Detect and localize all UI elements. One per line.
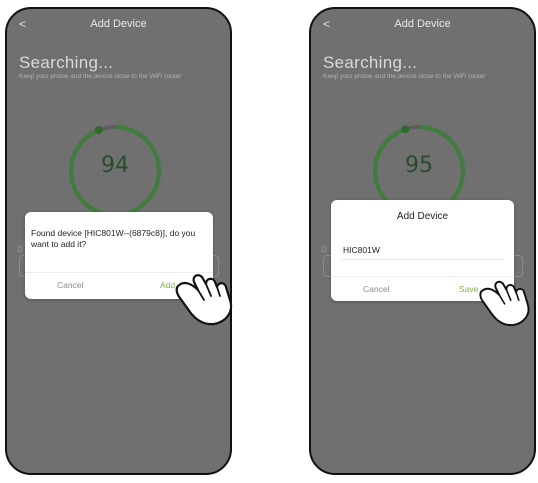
searching-heading: Searching...	[323, 53, 418, 72]
phone-screen-left: < Add Device Searching... Keep your phon…	[5, 7, 232, 475]
header-title: Add Device	[90, 18, 147, 30]
dialog-title: Add Device	[396, 211, 449, 222]
searching-subtitle: Keep your phone and the device close to …	[323, 73, 486, 80]
background-label: D	[321, 245, 327, 254]
dialog-message: Found device [HIC801W--(6879c8)], do you…	[31, 228, 196, 249]
app-header: < Add Device	[311, 9, 534, 39]
cancel-button[interactable]: Cancel	[57, 280, 83, 290]
progress-knob	[401, 125, 410, 134]
device-name-field[interactable]: HIC801W	[343, 245, 380, 255]
field-underline	[341, 259, 504, 260]
background-label: D	[17, 245, 23, 254]
save-button[interactable]: Save	[459, 284, 478, 294]
searching-subtitle: Keep your phone and the device close to …	[19, 73, 182, 80]
app-header: < Add Device	[7, 9, 230, 39]
progress-knob	[94, 126, 103, 135]
progress-value: 94	[101, 153, 129, 178]
cancel-button[interactable]: Cancel	[363, 284, 389, 294]
back-chevron-icon[interactable]: <	[323, 9, 330, 39]
tap-hand-icon	[479, 280, 530, 327]
tap-hand-icon	[175, 274, 233, 326]
back-chevron-icon[interactable]: <	[19, 9, 26, 39]
searching-heading: Searching...	[19, 53, 114, 72]
header-title: Add Device	[394, 18, 451, 30]
phone-screen-right: < Add Device Searching... Keep your phon…	[309, 7, 536, 475]
progress-value: 95	[405, 153, 433, 178]
add-button[interactable]: Add	[160, 280, 175, 290]
